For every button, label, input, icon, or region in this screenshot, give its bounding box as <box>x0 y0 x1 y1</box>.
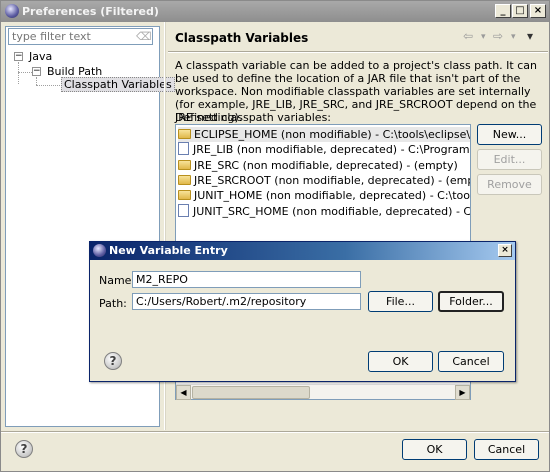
header-separator <box>168 51 548 53</box>
help-icon[interactable]: ? <box>15 440 33 458</box>
new-variable-dialog: New Variable Entry × Name: M2_REPO Path:… <box>89 241 516 382</box>
scroll-left-icon[interactable]: ◀ <box>176 385 191 400</box>
tree-item-java[interactable]: Java <box>29 50 52 63</box>
maximize-button[interactable]: □ <box>512 4 528 18</box>
file-button[interactable]: File... <box>368 291 433 312</box>
java-collapse-icon[interactable]: − <box>14 52 23 61</box>
jar-icon <box>178 142 189 155</box>
remove-variable-button[interactable]: Remove <box>477 174 542 195</box>
build-path-collapse-icon[interactable]: − <box>32 67 41 76</box>
folder-icon <box>178 160 191 170</box>
tree-connector <box>36 77 37 85</box>
footer-separator <box>1 431 549 433</box>
filter-input[interactable] <box>9 29 133 44</box>
folder-icon <box>178 175 191 185</box>
dialog-title-bar[interactable]: New Variable Entry × <box>90 242 515 260</box>
list-item[interactable]: ECLIPSE_HOME (non modifiable) - C:\tools… <box>178 127 470 142</box>
variable-entry-text: JUNIT_SRC_HOME (non modifiable, deprecat… <box>193 205 471 218</box>
dialog-help-icon[interactable]: ? <box>104 352 122 370</box>
scroll-right-icon[interactable]: ▶ <box>455 385 470 400</box>
back-arrow-icon[interactable]: ⇦ <box>463 29 473 43</box>
list-item[interactable]: JRE_LIB (non modifiable, deprecated) - C… <box>178 142 470 157</box>
folder-button[interactable]: Folder... <box>438 291 504 312</box>
variables-list-label: Defined classpath variables: <box>175 111 332 124</box>
variable-entry-text: JRE_LIB (non modifiable, deprecated) - C… <box>193 143 470 156</box>
eclipse-app-icon <box>5 4 19 18</box>
variable-entry-text: JRE_SRCROOT (non modifiable, deprecated)… <box>194 174 471 187</box>
path-label: Path: <box>99 297 127 310</box>
ok-button[interactable]: OK <box>402 439 467 460</box>
forward-arrow-icon[interactable]: ⇨ <box>493 29 503 43</box>
variable-entry-text: JUNIT_HOME (non modifiable, deprecated) … <box>194 189 471 202</box>
minimize-button[interactable]: _ <box>495 4 511 18</box>
jar-icon <box>178 204 189 217</box>
path-field[interactable]: C:/Users/Robert/.m2/repository <box>132 293 361 310</box>
cancel-button[interactable]: Cancel <box>474 439 539 460</box>
page-title: Classpath Variables <box>175 31 309 45</box>
tree-item-label: Classpath Variables <box>61 77 175 92</box>
back-dropdown-icon[interactable]: ▾ <box>481 32 486 42</box>
tree-connector <box>18 62 19 84</box>
dialog-title: New Variable Entry <box>109 244 228 257</box>
filter-box: ⌫ <box>8 28 153 45</box>
title-bar[interactable]: Preferences (Filtered) _ □ × <box>1 1 549 22</box>
edit-variable-button[interactable]: Edit... <box>477 149 542 170</box>
folder-icon <box>178 129 191 139</box>
tree-item-classpath-variables[interactable]: Classpath Variables <box>61 77 175 92</box>
new-variable-button[interactable]: New... <box>477 124 542 145</box>
dialog-cancel-button[interactable]: Cancel <box>438 351 504 372</box>
name-label: Name: <box>99 274 136 287</box>
variable-entry-text: ECLIPSE_HOME (non modifiable) - C:\tools… <box>194 128 471 141</box>
tree-connector <box>36 85 60 86</box>
scroll-thumb[interactable] <box>192 386 310 399</box>
view-menu-icon[interactable]: ▾ <box>527 29 533 43</box>
list-item[interactable]: JRE_SRC (non modifiable, deprecated) - (… <box>178 158 458 173</box>
eclipse-app-icon <box>93 244 106 257</box>
list-item[interactable]: JUNIT_HOME (non modifiable, deprecated) … <box>178 188 471 203</box>
name-field[interactable]: M2_REPO <box>132 271 361 288</box>
window-title: Preferences (Filtered) <box>22 5 159 18</box>
horizontal-scrollbar[interactable]: ◀ ▶ <box>176 384 470 400</box>
folder-icon <box>178 190 191 200</box>
forward-dropdown-icon[interactable]: ▾ <box>511 32 516 42</box>
tree-item-label: Java <box>29 50 53 63</box>
variable-entry-text: JRE_SRC (non modifiable, deprecated) - (… <box>194 159 458 172</box>
list-item[interactable]: JUNIT_SRC_HOME (non modifiable, deprecat… <box>178 204 471 219</box>
preferences-window: Preferences (Filtered) _ □ × ⌫ − Java − … <box>0 0 550 472</box>
clear-filter-icon[interactable]: ⌫ <box>136 30 152 43</box>
tree-connector <box>18 72 32 73</box>
dialog-ok-button[interactable]: OK <box>368 351 433 372</box>
list-item[interactable]: JRE_SRCROOT (non modifiable, deprecated)… <box>178 173 471 188</box>
dialog-close-button[interactable]: × <box>498 244 512 257</box>
close-button[interactable]: × <box>530 4 546 18</box>
